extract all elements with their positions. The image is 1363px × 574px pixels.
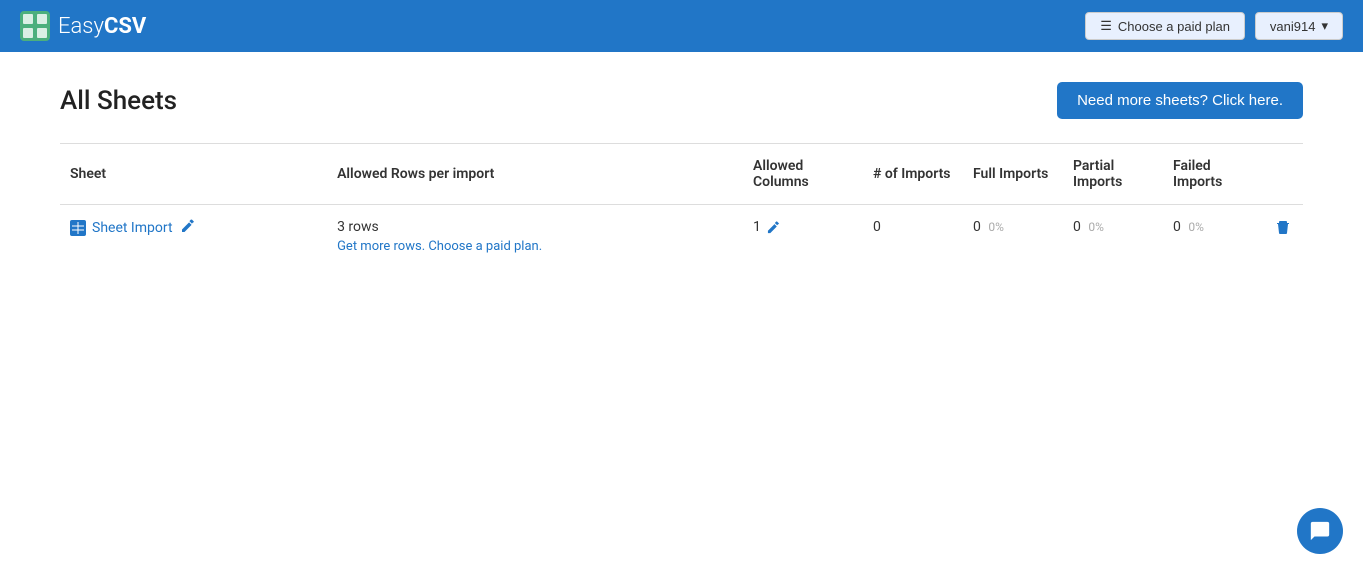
col-header-delete bbox=[1263, 144, 1303, 205]
col-header-failed-imports: Failed Imports bbox=[1163, 144, 1263, 205]
partial-imports-cell: 0 0% bbox=[1063, 205, 1163, 269]
allowed-rows-value: 3 rows bbox=[337, 219, 379, 235]
sheets-table-wrap: Sheet Allowed Rows per import Allowed Co… bbox=[60, 143, 1303, 268]
page-title: All Sheets bbox=[60, 86, 177, 116]
sheet-cell: Sheet Import bbox=[60, 205, 327, 269]
col-header-sheet: Sheet bbox=[60, 144, 327, 205]
user-label: vani914 bbox=[1270, 19, 1316, 34]
edit-cols-icon[interactable] bbox=[767, 221, 780, 234]
page-header: All Sheets Need more sheets? Click here. bbox=[60, 82, 1303, 119]
failed-imports-cell: 0 0% bbox=[1163, 205, 1263, 269]
col-header-num-imports: # of Imports bbox=[863, 144, 963, 205]
full-imports-cell: 0 0% bbox=[963, 205, 1063, 269]
num-imports-cell: 0 bbox=[863, 205, 963, 269]
chat-button[interactable] bbox=[1297, 508, 1343, 554]
edit-sheet-icon[interactable] bbox=[181, 219, 195, 237]
logo-text: EasyCSV bbox=[58, 14, 146, 39]
logo-icon bbox=[20, 11, 50, 41]
allowed-rows-cell: 3 rows Get more rows. Choose a paid plan… bbox=[327, 205, 743, 269]
num-imports-value: 0 bbox=[873, 219, 881, 235]
allowed-cols-cell: 1 bbox=[743, 205, 863, 269]
paid-plan-icon: ☰ bbox=[1100, 18, 1112, 34]
sheet-name-link[interactable]: Sheet Import bbox=[92, 220, 173, 236]
table-header: Sheet Allowed Rows per import Allowed Co… bbox=[60, 144, 1303, 205]
main-content: All Sheets Need more sheets? Click here.… bbox=[0, 52, 1363, 298]
partial-imports-pct: 0% bbox=[1088, 220, 1104, 234]
user-menu-button[interactable]: vani914 ▾ bbox=[1255, 12, 1343, 40]
table-row: Sheet Import 3 rows Get more rows. Choos… bbox=[60, 205, 1303, 269]
more-sheets-button[interactable]: Need more sheets? Click here. bbox=[1057, 82, 1303, 119]
failed-imports-pct: 0% bbox=[1188, 220, 1204, 234]
full-imports-pct: 0% bbox=[988, 220, 1004, 234]
col-header-allowed-rows: Allowed Rows per import bbox=[327, 144, 743, 205]
sheet-grid-icon bbox=[70, 220, 86, 236]
sheets-table: Sheet Allowed Rows per import Allowed Co… bbox=[60, 144, 1303, 268]
header: EasyCSV ☰ Choose a paid plan vani914 ▾ bbox=[0, 0, 1363, 52]
delete-sheet-icon[interactable] bbox=[1275, 220, 1291, 239]
logo-area: EasyCSV bbox=[20, 11, 146, 41]
full-imports-value: 0 bbox=[973, 219, 981, 235]
col-header-full-imports: Full Imports bbox=[963, 144, 1063, 205]
delete-cell bbox=[1263, 205, 1303, 269]
allowed-cols-value: 1 bbox=[753, 219, 761, 235]
paid-plan-label: Choose a paid plan bbox=[1118, 19, 1230, 34]
failed-imports-value: 0 bbox=[1173, 219, 1181, 235]
paid-plan-button[interactable]: ☰ Choose a paid plan bbox=[1085, 12, 1245, 40]
col-header-partial-imports: Partial Imports bbox=[1063, 144, 1163, 205]
table-body: Sheet Import 3 rows Get more rows. Choos… bbox=[60, 205, 1303, 269]
col-header-allowed-cols: Allowed Columns bbox=[743, 144, 863, 205]
header-right: ☰ Choose a paid plan vani914 ▾ bbox=[1085, 12, 1343, 40]
partial-imports-value: 0 bbox=[1073, 219, 1081, 235]
get-more-rows-link[interactable]: Get more rows. Choose a paid plan. bbox=[337, 239, 733, 254]
chevron-down-icon: ▾ bbox=[1321, 18, 1328, 34]
